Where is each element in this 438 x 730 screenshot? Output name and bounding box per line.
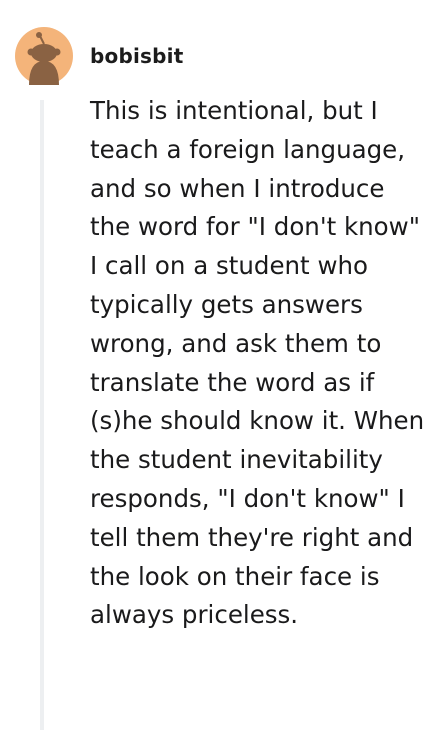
snoo-avatar-icon[interactable] bbox=[15, 27, 73, 85]
username[interactable]: bobisbit bbox=[90, 43, 183, 69]
comment: bobisbit This is intentional, but I teac… bbox=[0, 0, 438, 730]
thread-collapse-line[interactable] bbox=[40, 100, 44, 730]
comment-body: This is intentional, but I teach a forei… bbox=[90, 96, 425, 630]
